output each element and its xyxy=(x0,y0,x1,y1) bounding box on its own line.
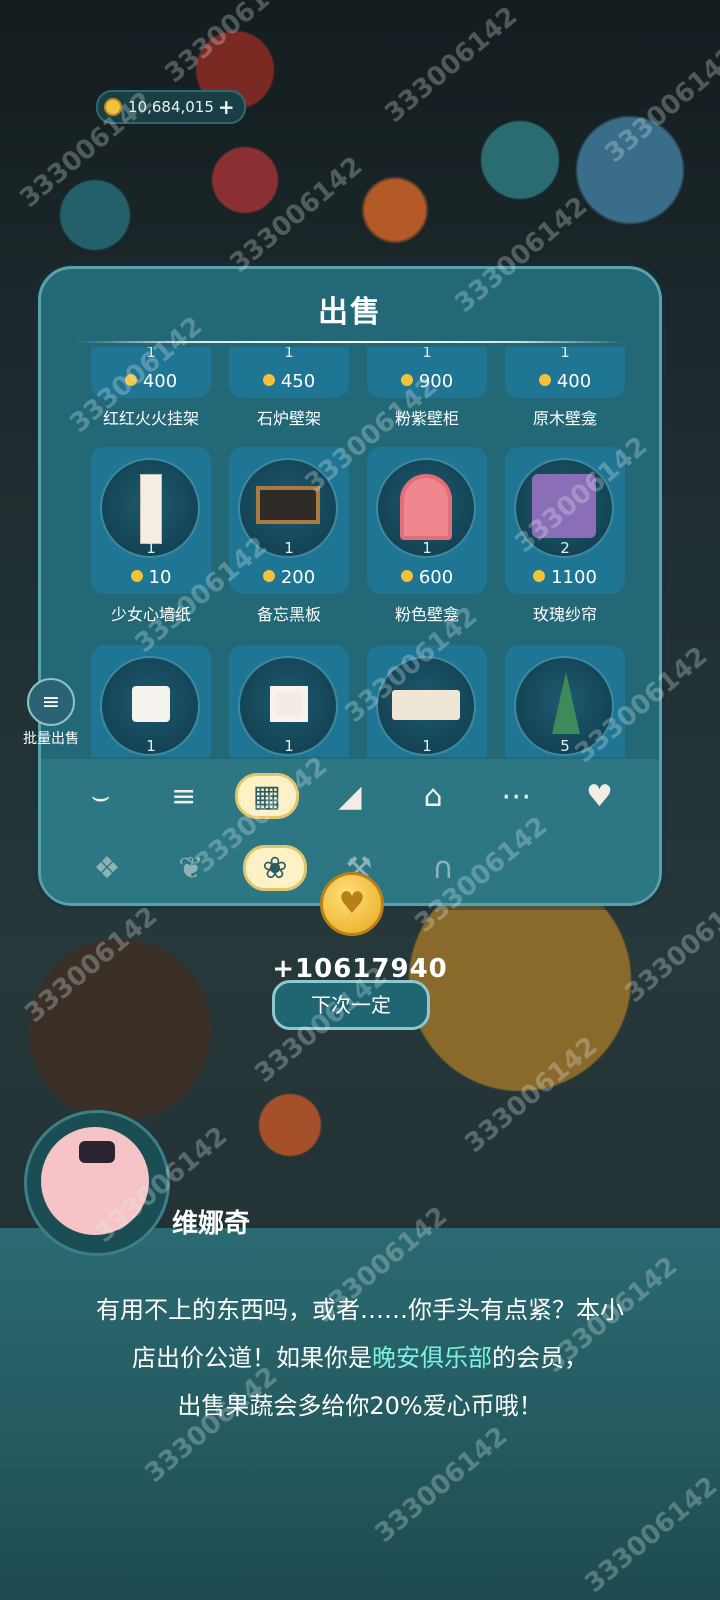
alcove-icon xyxy=(400,474,452,540)
item-name: 备忘黑板 xyxy=(256,605,321,624)
dialog-line: 出售果蔬会多给你20%爱心币哦！ xyxy=(177,1392,543,1420)
item-qty: 1 xyxy=(422,539,432,557)
coin-icon xyxy=(262,374,275,386)
dialog-line: 有用不上的东西吗，或者……你手头有点紧？本小 xyxy=(96,1296,624,1324)
item-price: 900 xyxy=(367,371,487,392)
item-name: 粉色壁龛 xyxy=(394,605,459,624)
item-qty: 1 xyxy=(422,737,432,755)
item-qty: 1 xyxy=(284,737,294,755)
coin-icon xyxy=(124,374,137,386)
dialog-text: 有用不上的东西吗，或者……你手头有点紧？本小 店出价公道！如果你是晚安俱乐部的会… xyxy=(30,1286,690,1430)
npc-avatar xyxy=(24,1110,170,1256)
bulk-sell-label: 批量出售 xyxy=(23,731,79,747)
sell-panel: 出售 1 400 红红火火挂架 1 450 石炉壁架 1 900 粉紫壁柜 1 … xyxy=(38,266,662,906)
item-card[interactable]: 1 450 石炉壁架 xyxy=(229,347,349,429)
item-qty: 1 xyxy=(560,347,570,361)
speaker-name: 维娜奇 xyxy=(172,1209,251,1239)
item-name: 原木壁龛 xyxy=(532,409,597,428)
hat-icon[interactable]: ◢ xyxy=(318,773,382,819)
item-qty: 1 xyxy=(146,737,156,755)
cabinet-icon[interactable]: ▦ xyxy=(234,773,299,819)
item-qty: 2 xyxy=(560,539,570,557)
coin-icon xyxy=(262,570,275,582)
item-price: 200 xyxy=(229,567,349,588)
bed-icon[interactable]: ≡ xyxy=(152,773,216,819)
item-price: 400 xyxy=(505,371,625,392)
coin-icon xyxy=(538,374,551,386)
item-price: 400 xyxy=(91,371,211,392)
item-price: 10 xyxy=(91,567,211,588)
category-tabs: ⌣ ≡ ▦ ◢ ⌂ ⋯ ♥ xyxy=(41,769,659,823)
item-card[interactable]: 1 400 原木壁龛 xyxy=(505,347,625,429)
more-icon[interactable]: ⋯ xyxy=(484,773,548,819)
add-currency-icon[interactable]: + xyxy=(218,95,235,119)
grid-icon[interactable]: ❖ xyxy=(75,845,139,891)
house-icon[interactable]: ⌂ xyxy=(401,773,465,819)
christmas-tree-icon xyxy=(552,672,580,734)
title-divider xyxy=(76,341,624,343)
air-conditioner-icon xyxy=(392,690,460,720)
item-card[interactable]: 1 600 粉色壁龛 xyxy=(367,447,487,625)
lantern-icon[interactable]: ❀ xyxy=(243,845,307,891)
item-qty: 1 xyxy=(422,347,432,361)
item-card[interactable]: 1 200 备忘黑板 xyxy=(229,447,349,625)
item-card[interactable]: 2 1100 玫瑰纱帘 xyxy=(505,447,625,625)
wallpaper-icon xyxy=(140,474,162,544)
coin-icon xyxy=(400,570,413,582)
item-price: 450 xyxy=(229,371,349,392)
item-qty: 1 xyxy=(146,347,156,361)
plant-icon[interactable]: ❦ xyxy=(159,845,223,891)
hanger-icon[interactable]: ∩ xyxy=(411,845,475,891)
next-time-button[interactable]: 下次一定 xyxy=(272,980,430,1030)
blackboard-icon xyxy=(256,486,320,524)
sofa-icon[interactable]: ⌣ xyxy=(69,773,133,819)
item-price: 1100 xyxy=(505,567,625,588)
cart-icon: ≡ xyxy=(27,678,75,726)
item-grid[interactable]: 1 400 红红火火挂架 1 450 石炉壁架 1 900 粉紫壁柜 1 400… xyxy=(81,347,641,757)
currency-display[interactable]: 10,684,015 + xyxy=(96,90,246,124)
dialog-line: 店出价公道！如果你是晚安俱乐部的会员， xyxy=(132,1344,588,1372)
coin-icon xyxy=(104,98,122,116)
item-name: 玫瑰纱帘 xyxy=(532,605,597,624)
item-card[interactable]: 1 900 粉紫壁柜 xyxy=(367,347,487,429)
item-qty: 1 xyxy=(284,347,294,361)
item-name: 粉紫壁柜 xyxy=(394,409,459,428)
currency-amount: 10,684,015 xyxy=(128,98,214,116)
bulk-sell-button[interactable]: ≡ 批量出售 xyxy=(14,678,88,748)
bow-icon xyxy=(79,1141,115,1163)
socket-icon xyxy=(132,686,170,722)
item-card[interactable]: 1 400 红红火火挂架 xyxy=(91,347,211,429)
item-name: 石炉壁架 xyxy=(256,409,321,428)
panel-title: 出售 xyxy=(318,295,382,330)
coin-icon xyxy=(533,570,546,582)
switch-icon xyxy=(270,686,308,722)
item-name: 红红火火挂架 xyxy=(102,409,199,428)
item-card[interactable]: 5 xyxy=(505,645,625,757)
item-qty: 1 xyxy=(146,539,156,557)
item-card[interactable]: 1 xyxy=(229,645,349,757)
item-card[interactable]: 1 xyxy=(367,645,487,757)
coin-icon xyxy=(400,374,413,386)
item-card[interactable]: 1 xyxy=(91,645,211,757)
club-highlight: 晚安俱乐部 xyxy=(372,1344,492,1372)
heart-coin-icon: ♥ xyxy=(320,872,384,936)
item-qty: 1 xyxy=(284,539,294,557)
heart-icon[interactable]: ♥ xyxy=(567,773,631,819)
item-card[interactable]: 1 10 少女心墙纸 xyxy=(91,447,211,625)
curtain-icon xyxy=(532,474,596,538)
item-price: 600 xyxy=(367,567,487,588)
item-qty: 5 xyxy=(560,737,570,755)
item-name: 少女心墙纸 xyxy=(110,605,191,624)
coin-icon xyxy=(130,570,143,582)
